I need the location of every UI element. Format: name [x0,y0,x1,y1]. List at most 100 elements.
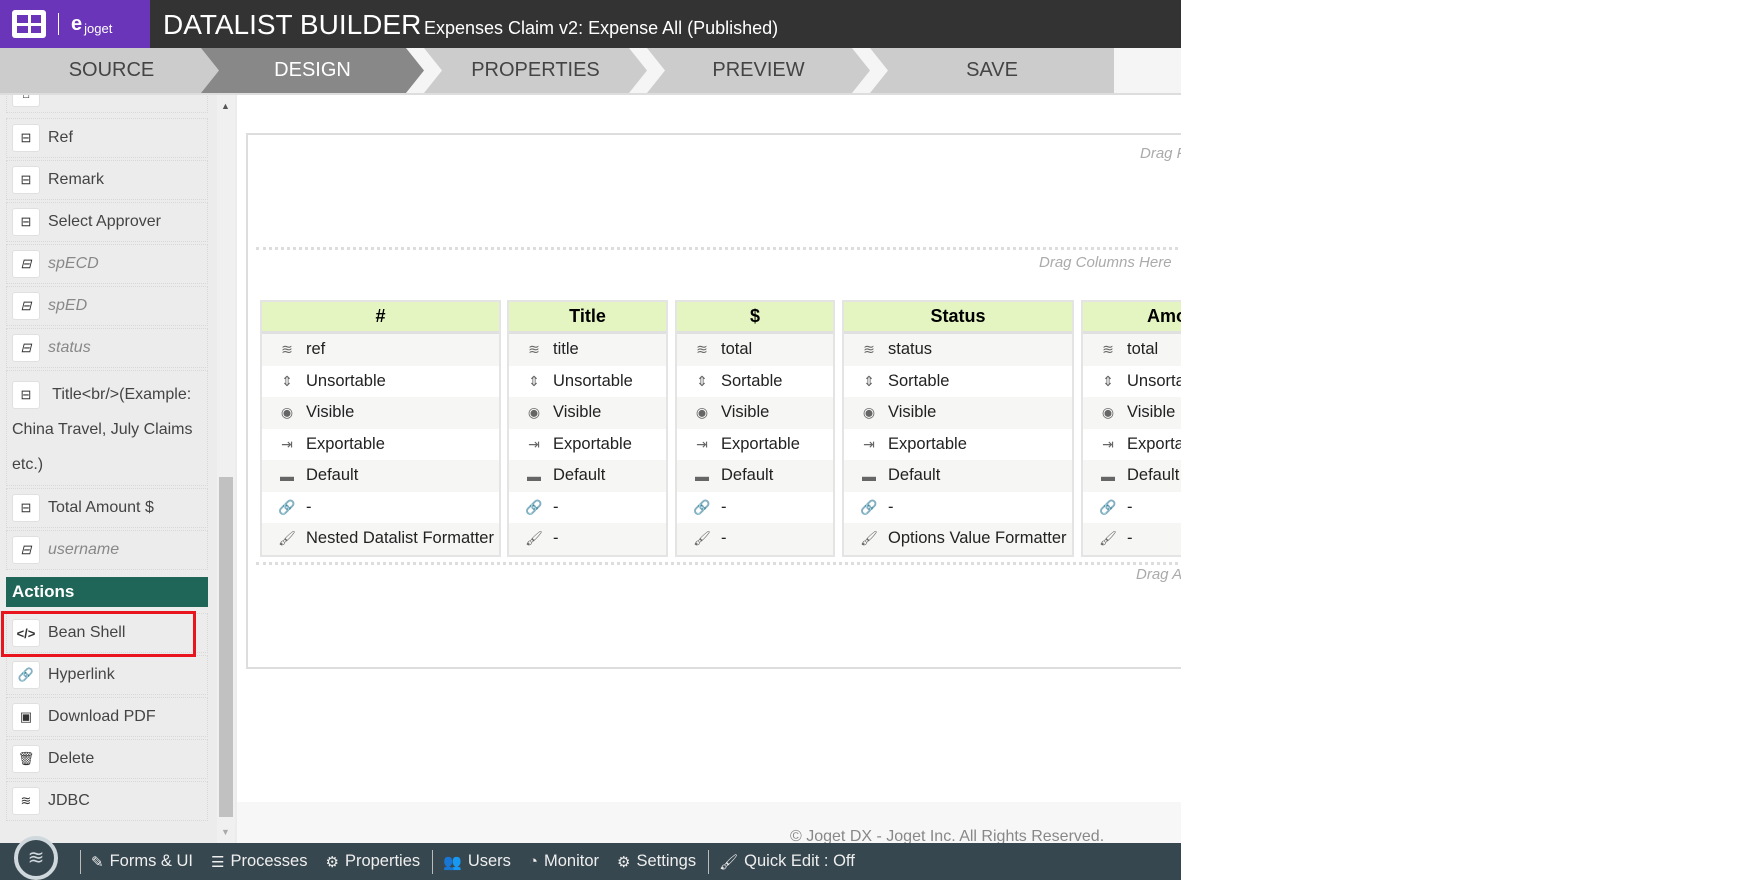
column-visible: Visible [553,403,602,422]
database-icon: ≋ [863,341,875,358]
apps-grid-icon[interactable] [12,10,46,38]
top-bar: e joget DATALIST BUILDER Expenses Claim v… [0,0,1181,48]
builder-tabs: SOURCE DESIGN PROPERTIES PREVIEW SAVE [0,48,1181,95]
tab-preview[interactable]: PREVIEW [647,48,870,93]
monitor-link[interactable]: ◔ Monitor [529,852,599,871]
column-field-row: ≋ ref [262,334,499,366]
palette-action-download-pdf[interactable]: ▣ Download PDF [6,697,208,737]
palette-column-ref[interactable]: ⊟ Ref [6,118,208,158]
column-width-row: ▬ Default [1083,460,1181,492]
link-icon: 🔗 [12,661,40,689]
column-header[interactable]: Amount [1083,302,1181,334]
palette-column-status[interactable]: ⊟ status [6,328,208,368]
column-visible-row: ◉ Visible [262,397,499,429]
dashboard-icon: ◔ [528,853,538,870]
users-link[interactable]: 👥 Users [443,852,511,871]
processes-link[interactable]: ☰ Processes [211,852,307,871]
forms-ui-link[interactable]: ✎ Forms & UI [91,852,193,871]
column-visible: Visible [1127,403,1176,422]
column-link-row: 🔗 - [844,492,1072,524]
gear-icon: ⚙ [325,853,339,871]
field-icon: ⊟ [12,292,40,320]
column-sort: Unsortable [553,371,633,390]
column-width-row: ▬ Default [677,460,833,492]
column-export: Exportable [306,434,385,453]
database-icon: ≋ [528,341,540,358]
brand-text: joget [84,20,113,36]
field-icon: ⊟ [12,166,40,194]
properties-link[interactable]: ⚙ Properties [325,852,420,871]
palette-column-select-approver[interactable]: ⊟ Select Approver [6,202,208,242]
column-header[interactable]: $ [677,302,833,334]
palette-column-username[interactable]: ⊟ username [6,530,208,570]
tab-design[interactable]: DESIGN [201,48,424,93]
logo[interactable]: e joget [0,0,150,48]
palette-column-specd[interactable]: ⊟ spECD [6,244,208,284]
export-icon: ⇥ [1102,435,1114,452]
link-icon: 🔗 [278,498,296,515]
brush-icon: 🖌 [693,530,711,547]
palette-action-bean-shell[interactable]: </> Bean Shell [6,613,208,653]
export-icon: ⇥ [281,435,293,452]
datalist-column[interactable]: Status ≋ status ⇕ Sortable ◉ Visible ⇥ Exportabl… [842,300,1074,557]
field-icon: ⊟ [12,124,40,152]
sort-icon: ⇕ [1102,372,1114,389]
database-icon: ≋ [12,787,40,815]
admin-bar: ≋ ✎ Forms & UI ☰ Processes ⚙ Properties 👥 Us… [0,835,1181,880]
eye-icon: ◉ [862,404,876,421]
ruler-icon: ▬ [1101,467,1115,484]
quick-edit-toggle[interactable]: 🖌 Quick Edit : Off [719,852,855,871]
item-label: Hyperlink [48,666,115,683]
palette-sidebar: ⌂ ⊟ Ref ⊟ Remark ⊟ Select Approver ⊟ spECD ⊟… [0,95,237,843]
datalist-column[interactable]: Title ≋ title ⇕ Unsortable ◉ Visible ⇥ Exportabl… [507,300,668,557]
field-icon: ⊟ [12,380,40,409]
actions-header: Actions [6,577,208,607]
settings-link[interactable]: ⚙ Settings [617,852,696,871]
column-header[interactable]: # [262,302,499,334]
column-export-row: ⇥ Exportable [677,429,833,461]
column-sort-row: ⇕ Unsortable [1083,366,1181,398]
scroll-down-icon[interactable]: ▼ [221,827,230,837]
export-icon: ⇥ [863,435,875,452]
column-formatter: - [553,529,559,548]
link-label: Forms & UI [109,852,193,870]
column-formatter: - [1127,529,1133,548]
eye-icon: ◉ [280,404,294,421]
column-formatter-row: 🖌 - [677,523,833,555]
sidebar-scrollbar[interactable]: ▲ ▼ [217,95,235,843]
download-pdf-icon: ▣ [12,703,40,731]
datalist-column[interactable]: $ ≋ total ⇕ Sortable ◉ Visible ⇥ Exportable ▬ Defa… [675,300,835,557]
gears-icon: ⚙ [617,853,631,871]
palette-action-delete[interactable]: 🗑 Delete [6,739,208,779]
sort-icon: ⇕ [528,372,540,389]
datalist-column[interactable]: # ≋ ref ⇕ Unsortable ◉ Visible ⇥ Exportable ▬ Defa… [260,300,501,557]
column-header[interactable]: Title [509,302,666,334]
code-icon: </> [12,619,40,647]
palette-column-remark[interactable]: ⊟ Remark [6,160,208,200]
tab-properties[interactable]: PROPERTIES [424,48,647,93]
page-title: DATALIST BUILDER [163,9,422,40]
joget-admin-logo[interactable]: ≋ [14,835,58,880]
column-formatter: Options Value Formatter [888,529,1067,548]
drag-actions-hint: Drag Actions Here [1136,566,1181,583]
palette-action-hyperlink[interactable]: 🔗 Hyperlink [6,655,208,695]
column-link-row: 🔗 - [262,492,499,524]
column-field-row: ≋ total [677,334,833,366]
column-export: Exportable [721,434,800,453]
datalist-column[interactable]: Amount ≋ total ⇕ Unsortable ◉ Visible ⇥ Exportab… [1081,300,1181,557]
link-label: Settings [636,852,697,870]
tab-save[interactable]: SAVE [870,48,1114,93]
column-width: Default [306,466,359,485]
palette-item[interactable]: ⌂ [6,95,208,113]
trash-icon: 🗑 [12,745,40,773]
palette-column-sped[interactable]: ⊟ spED [6,286,208,326]
tab-source[interactable]: SOURCE [0,48,223,93]
palette-action-jdbc[interactable]: ≋ JDBC [6,781,208,821]
scroll-thumb[interactable] [219,477,233,817]
column-sort-row: ⇕ Sortable [844,366,1072,398]
column-formatter-row: 🖌 Options Value Formatter [844,523,1072,555]
palette-column-title[interactable]: ⊟ Title<br/>(Example: China Travel, July… [6,370,208,486]
scroll-up-icon[interactable]: ▲ [221,101,230,111]
palette-column-total-amount[interactable]: ⊟ Total Amount $ [6,488,208,528]
column-header[interactable]: Status [844,302,1072,334]
